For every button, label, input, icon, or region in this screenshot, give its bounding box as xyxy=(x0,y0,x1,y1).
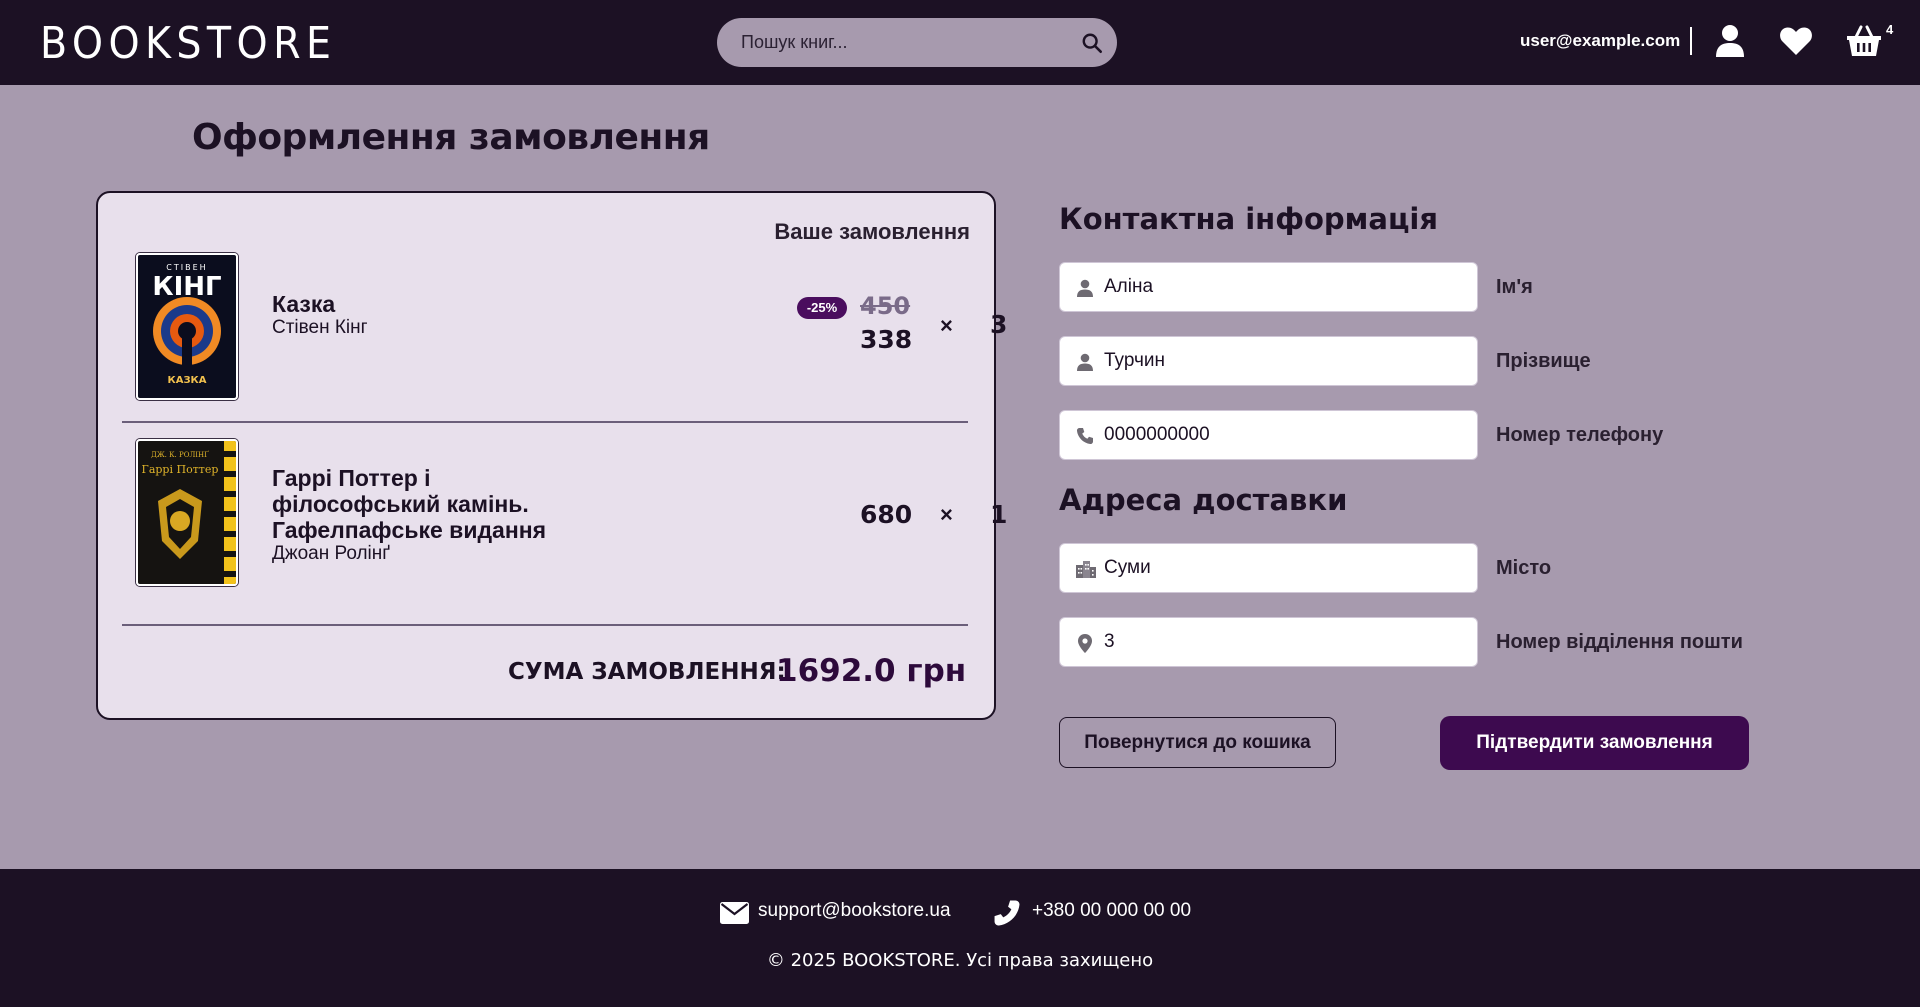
first-name-input[interactable] xyxy=(1104,263,1464,311)
cover-title-text: Гаррі Поттер xyxy=(142,463,219,476)
multiply-sign: × xyxy=(940,313,953,338)
search-input[interactable] xyxy=(741,18,1061,67)
city-label: Місто xyxy=(1496,557,1552,579)
book-cover-image[interactable]: ДЖ. К. РОЛІНҐ Гаррі Поттер xyxy=(136,439,238,586)
book-title[interactable]: Гаррі Поттер і філософський камінь. Гафе… xyxy=(272,465,572,543)
cover-title-text: КІНГ xyxy=(152,272,221,302)
post-branch-label: Номер відділення пошти xyxy=(1496,631,1743,653)
cart-count-badge: 4 xyxy=(1886,22,1894,37)
site-logo[interactable]: BOOKSTORE xyxy=(40,18,336,69)
footer: support@bookstore.ua +380 00 000 00 00 ©… xyxy=(0,869,1920,1007)
order-summary-card: Ваше замовлення СТІВЕН КІНГ КАЗКА Казка … xyxy=(96,191,1007,720)
city-field xyxy=(1059,543,1478,593)
first-name-label: Ім'я xyxy=(1496,276,1533,298)
post-branch-field xyxy=(1059,617,1478,667)
order-item: ДЖ. К. РОЛІНҐ Гаррі Поттер Гаррі Поттер … xyxy=(122,439,1007,589)
person-icon xyxy=(1074,277,1096,299)
person-icon xyxy=(1074,351,1096,373)
discount-badge: -25% xyxy=(797,297,847,319)
header: BOOKSTORE user@example.com 4 xyxy=(0,0,1920,85)
order-heading: Ваше замовлення xyxy=(774,219,970,244)
confirm-order-button[interactable]: Підтвердити замовлення xyxy=(1440,716,1749,770)
item-price: 680 xyxy=(860,500,913,529)
user-icon xyxy=(1716,25,1744,57)
page-title: Оформлення замовлення xyxy=(192,117,710,158)
heart-icon xyxy=(1780,27,1812,55)
support-phone-link[interactable]: +380 00 000 00 00 xyxy=(1032,900,1191,922)
phone-icon xyxy=(1074,425,1096,447)
book-title[interactable]: Казка xyxy=(272,291,572,317)
copyright-text: © 2025 BOOKSTORE. Усі права захищено xyxy=(766,950,1154,971)
order-total-label: СУМА ЗАМОВЛЕННЯ: xyxy=(508,659,786,685)
item-divider xyxy=(122,421,968,423)
phone-input[interactable] xyxy=(1104,411,1464,459)
first-name-field xyxy=(1059,262,1478,312)
last-name-label: Прізвище xyxy=(1496,350,1591,372)
mail-icon xyxy=(720,902,749,929)
phone-label: Номер телефону xyxy=(1496,424,1664,446)
item-quantity: 3 xyxy=(990,310,1008,339)
order-total-value: 1692.0 грн xyxy=(776,653,967,689)
basket-icon xyxy=(1847,25,1881,56)
item-price: 338 xyxy=(860,325,913,354)
book-author: Стівен Кінг xyxy=(272,317,368,338)
cover-author-text: СТІВЕН xyxy=(166,263,207,272)
search-icon xyxy=(1082,33,1102,53)
cover-subtitle-text: КАЗКА xyxy=(168,375,207,386)
cover-author-text: ДЖ. К. РОЛІНҐ xyxy=(151,450,209,459)
post-branch-input[interactable] xyxy=(1104,618,1464,666)
last-name-input[interactable] xyxy=(1104,337,1464,385)
contact-section-title: Контактна інформація xyxy=(1059,202,1438,236)
phone-field xyxy=(1059,410,1478,460)
item-quantity: 1 xyxy=(990,500,1008,529)
city-icon xyxy=(1074,558,1098,580)
old-price: 450 xyxy=(860,292,911,320)
book-cover-image[interactable]: СТІВЕН КІНГ КАЗКА xyxy=(136,253,238,400)
support-email-link[interactable]: support@bookstore.ua xyxy=(758,900,951,922)
location-pin-icon xyxy=(1074,632,1096,654)
multiply-sign: × xyxy=(940,502,953,527)
book-author: Джоан Ролінґ xyxy=(272,543,391,564)
back-to-cart-button[interactable]: Повернутися до кошика xyxy=(1059,717,1336,768)
delivery-section-title: Адреса доставки xyxy=(1059,483,1348,517)
last-name-field xyxy=(1059,336,1478,386)
item-divider xyxy=(122,624,968,626)
wishlist-button[interactable] xyxy=(1777,22,1815,60)
user-email: user@example.com xyxy=(1520,31,1681,50)
order-item: СТІВЕН КІНГ КАЗКА Казка Стівен Кінг -25%… xyxy=(122,253,1007,403)
search-button[interactable] xyxy=(1077,28,1107,58)
header-divider xyxy=(1690,27,1692,55)
search-bar xyxy=(717,18,1117,67)
cart-button[interactable] xyxy=(1845,22,1883,60)
city-input[interactable] xyxy=(1104,544,1464,592)
profile-button[interactable] xyxy=(1711,22,1749,60)
phone-icon xyxy=(993,899,1021,932)
